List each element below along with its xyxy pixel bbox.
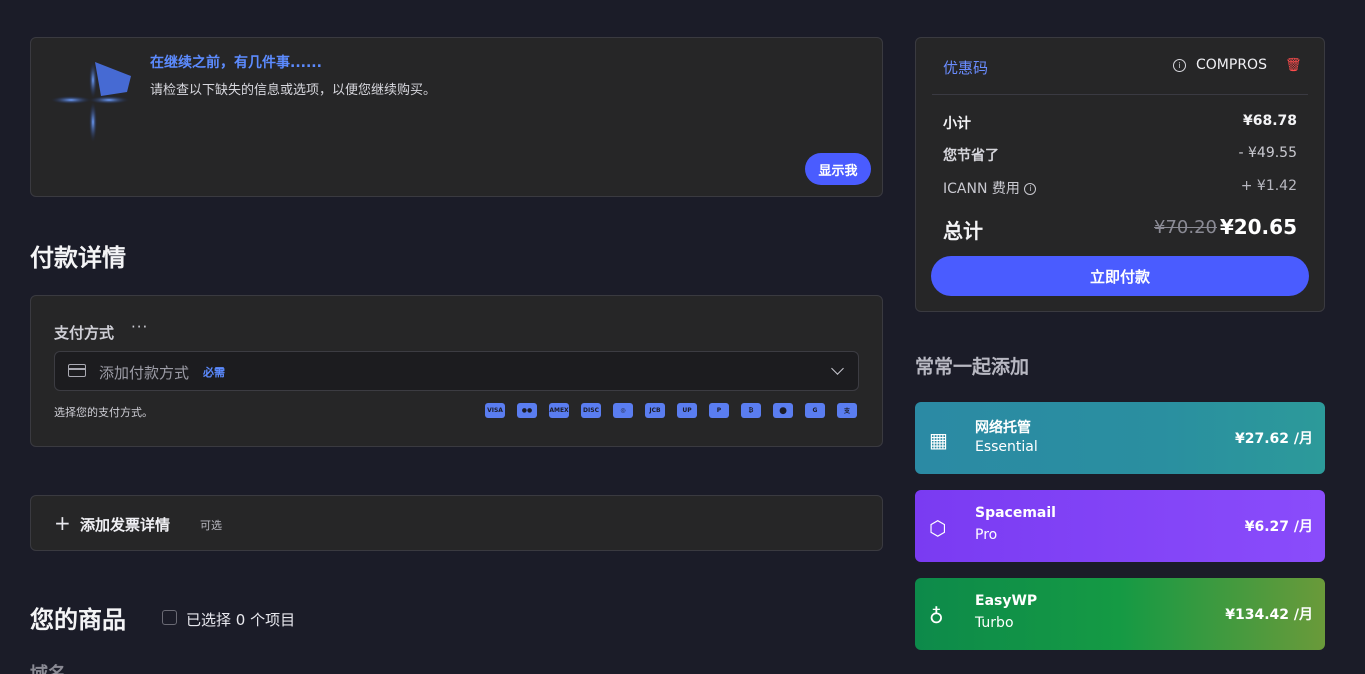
addon-price: ¥134.42 /月 [1225,607,1313,623]
visa-icon: VISA [485,403,505,418]
frequently-added-heading: 常常一起添加 [915,356,1030,378]
info-icon[interactable]: i [1024,183,1037,195]
optional-badge: 可选 [200,519,222,532]
alipay-icon: 支 [837,403,857,418]
savings-value: - ¥49.55 [1238,145,1298,161]
sparkle-logo-icon [51,62,131,142]
subtotal-value: ¥68.78 [1242,113,1297,129]
show-me-button[interactable]: 显示我 [805,153,871,185]
plus-icon: + [54,511,71,535]
icann-fee-label: ICANN 费用 i [943,178,1037,198]
addon-easywp[interactable]: ♁ EasyWP Turbo ¥134.42 /月 [915,578,1325,650]
unionpay-icon: UP [677,403,697,418]
payment-method-card: 支付方式 ··· 添加付款方式 必需 选择您的支付方式。 VISA ●● AME… [30,295,883,447]
addon-name: 网络托管 [975,420,1031,436]
domain-section-label: 域名 [30,660,66,674]
addon-web-hosting[interactable]: ▦ 网络托管 Essential ¥27.62 /月 [915,402,1325,474]
diners-icon: ◎ [613,403,633,418]
divider [932,94,1308,95]
bitcoin-icon: ₿ [741,403,761,418]
mastercard-icon: ●● [517,403,537,418]
promo-code-value: COMPROS [1196,57,1267,73]
payment-method-placeholder: 添加付款方式 [99,364,190,382]
trash-icon[interactable]: 🗑 [1285,58,1302,73]
selected-count: 已选择 0 个项目 [186,611,296,629]
savings-row: 您节省了 - ¥49.55 [943,145,1297,165]
payment-method-label: 支付方式 [54,324,115,342]
add-invoice-label: 添加发票详情 [80,516,171,534]
hosting-icon: ▦ [929,428,948,452]
apple-pay-icon: ● [773,403,793,418]
addon-tier: Essential [975,439,1038,455]
addon-name: EasyWP [975,593,1038,609]
notice-title: 在继续之前，有几件事...... [150,55,322,71]
credit-card-icon [68,364,86,377]
addon-price: ¥27.62 /月 [1234,431,1313,447]
more-options-icon[interactable]: ··· [131,318,148,336]
savings-label: 您节省了 [943,148,999,164]
addon-spacemail[interactable]: ⬡ Spacemail Pro ¥6.27 /月 [915,490,1325,562]
addon-tier: Turbo [975,615,1014,631]
spacemail-icon: ⬡ [929,516,947,540]
icann-fee-row: ICANN 费用 i + ¥1.42 [943,178,1297,198]
addon-tier: Pro [975,527,998,543]
addon-price: ¥6.27 /月 [1244,519,1313,535]
paypal-icon: P [709,403,729,418]
icann-fee-value: + ¥1.42 [1240,178,1297,194]
info-icon[interactable]: i [1173,59,1186,72]
select-all-checkbox[interactable] [162,610,177,625]
promo-code-label[interactable]: 优惠码 [943,57,988,78]
payment-method-select[interactable]: 添加付款方式 必需 [54,351,859,391]
total-label: 总计 [943,219,983,243]
jcb-icon: JCB [645,403,665,418]
subtotal-label: 小计 [943,116,971,132]
notice-description: 请检查以下缺失的信息或选项，以便您继续购买。 [150,83,437,98]
your-items-heading: 您的商品 [30,606,126,634]
required-badge: 必需 [203,366,225,379]
google-pay-icon: G [805,403,825,418]
total-value: ¥20.65 [1219,215,1297,239]
discover-icon: DISC [581,403,601,418]
missing-info-notice: 在继续之前，有几件事...... 请检查以下缺失的信息或选项，以便您继续购买。 … [30,37,883,197]
order-summary: 优惠码 i COMPROS 🗑 小计 ¥68.78 您节省了 - ¥49.55 … [915,37,1325,312]
original-total: ¥70.20 [1154,217,1217,238]
payment-methods-list: VISA ●● AMEX DISC ◎ JCB UP P ₿ ● G 支 [485,403,857,418]
add-invoice-details[interactable]: + 添加发票详情 可选 [30,495,883,551]
easywp-icon: ♁ [929,604,944,628]
addon-name: Spacemail [975,505,1056,521]
payment-heading: 付款详情 [30,244,126,272]
pay-now-button[interactable]: 立即付款 [931,256,1309,296]
chevron-down-icon [831,362,844,375]
payment-hint: 选择您的支付方式。 [54,406,153,419]
subtotal-row: 小计 ¥68.78 [943,113,1297,133]
amex-icon: AMEX [549,403,569,418]
